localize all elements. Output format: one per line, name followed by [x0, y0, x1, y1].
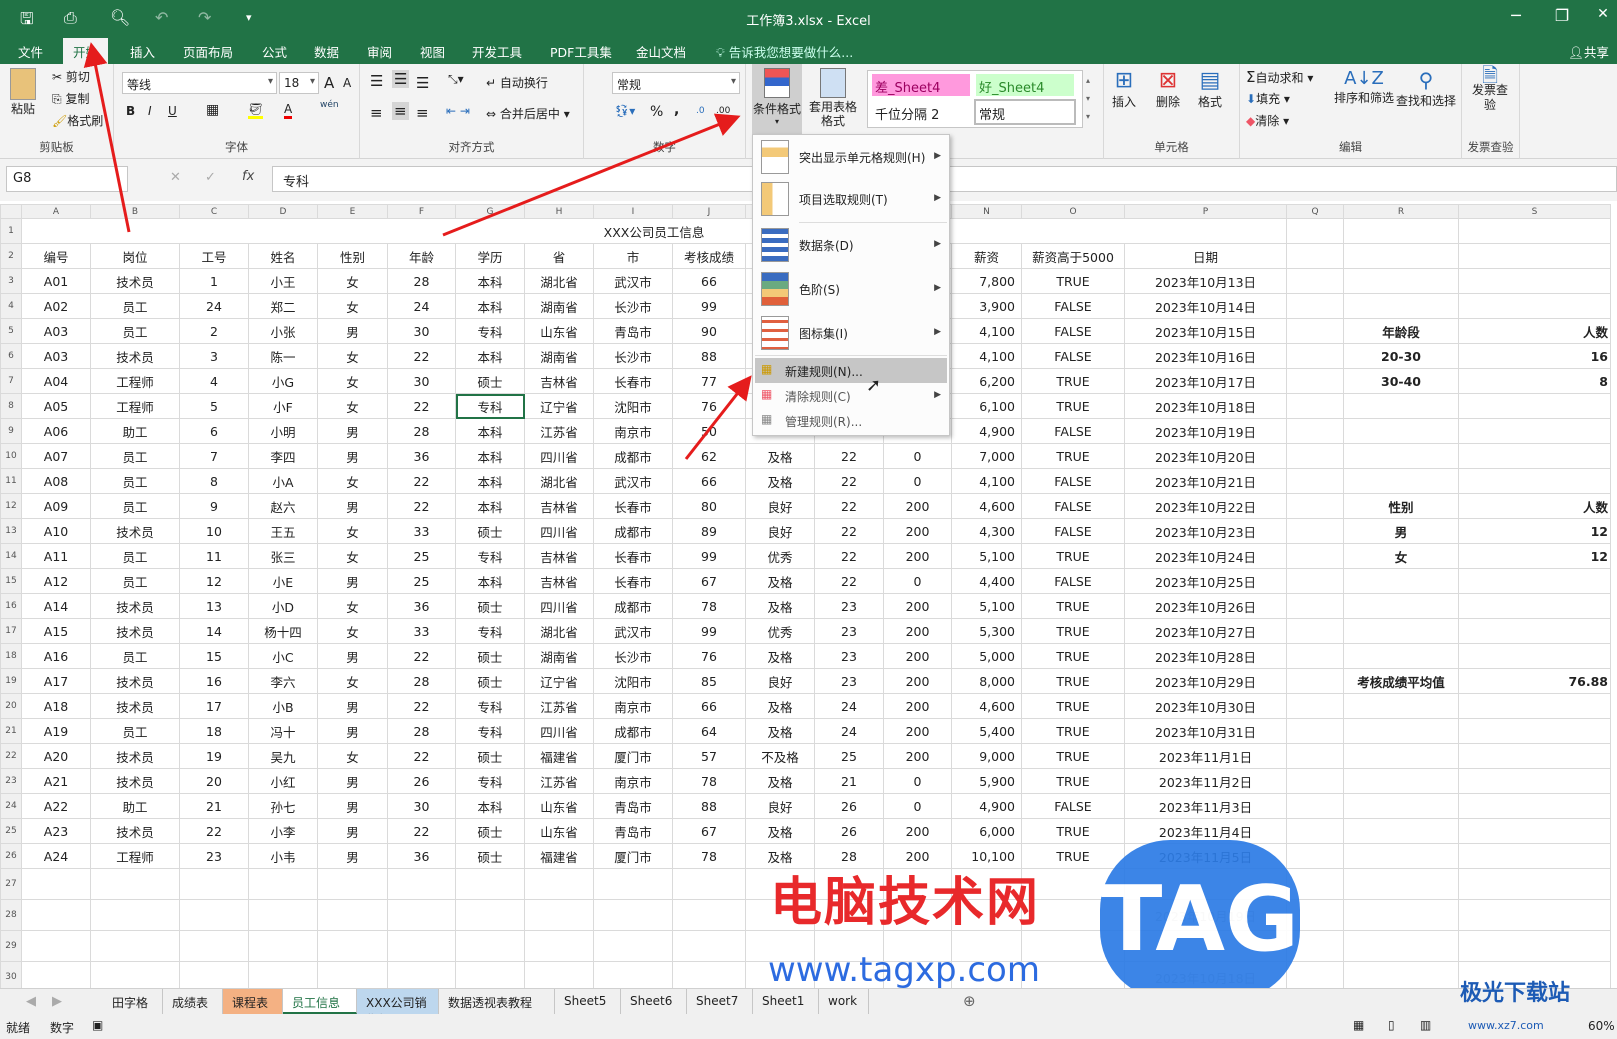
sheet-tab[interactable]: XXX公司销售额 — [357, 989, 439, 1027]
arrow-to-new-rule — [684, 375, 752, 460]
sheet-tab[interactable]: Sheet5 — [555, 989, 621, 1014]
normal-view-icon[interactable]: ▦ — [1353, 1018, 1364, 1032]
status-mode: 数字 — [50, 1021, 75, 1035]
sheet-tab[interactable]: 田字格 — [103, 989, 163, 1014]
status-ready: 就绪 — [6, 1021, 31, 1035]
sheet-tab[interactable]: 员工信息 — [283, 989, 357, 1014]
site-watermark: 极光下载站 — [1460, 981, 1571, 1006]
sheet-tab[interactable]: 成绩表 — [163, 989, 223, 1014]
sheet-tab[interactable]: 数据透视表教程 — [439, 989, 555, 1014]
prev-sheet-icon[interactable]: ◀ — [26, 994, 36, 1009]
page-break-view-icon[interactable]: ▥ — [1420, 1018, 1431, 1032]
arrow-to-conditional-format — [442, 113, 741, 237]
status-bar: 就绪 数字 ▣ ▦ ▯ ▥ www.xz7.com 60% — [0, 1014, 1617, 1039]
sheet-tab[interactable]: Sheet1 — [753, 989, 819, 1014]
site-url: www.xz7.com — [1468, 1019, 1544, 1032]
sheet-tab[interactable]: work — [819, 989, 869, 1014]
annotation-arrows — [83, 42, 752, 460]
add-sheet-icon[interactable]: ⊕ — [963, 992, 976, 1010]
sheet-tab-bar: ◀ ▶ 田字格成绩表课程表员工信息XXX公司销售额数据透视表教程Sheet5Sh… — [0, 988, 1617, 1027]
next-sheet-icon[interactable]: ▶ — [52, 994, 62, 1009]
page-layout-view-icon[interactable]: ▯ — [1388, 1018, 1395, 1032]
macro-record-icon[interactable]: ▣ — [92, 1018, 103, 1032]
zoom-level[interactable]: 60% — [1588, 1019, 1615, 1033]
sheet-tab[interactable]: 课程表 — [223, 989, 283, 1014]
sheet-tab[interactable]: Sheet7 — [687, 989, 753, 1014]
arrow-to-home-tab — [83, 42, 131, 233]
sheet-tab[interactable]: Sheet6 — [621, 989, 687, 1014]
